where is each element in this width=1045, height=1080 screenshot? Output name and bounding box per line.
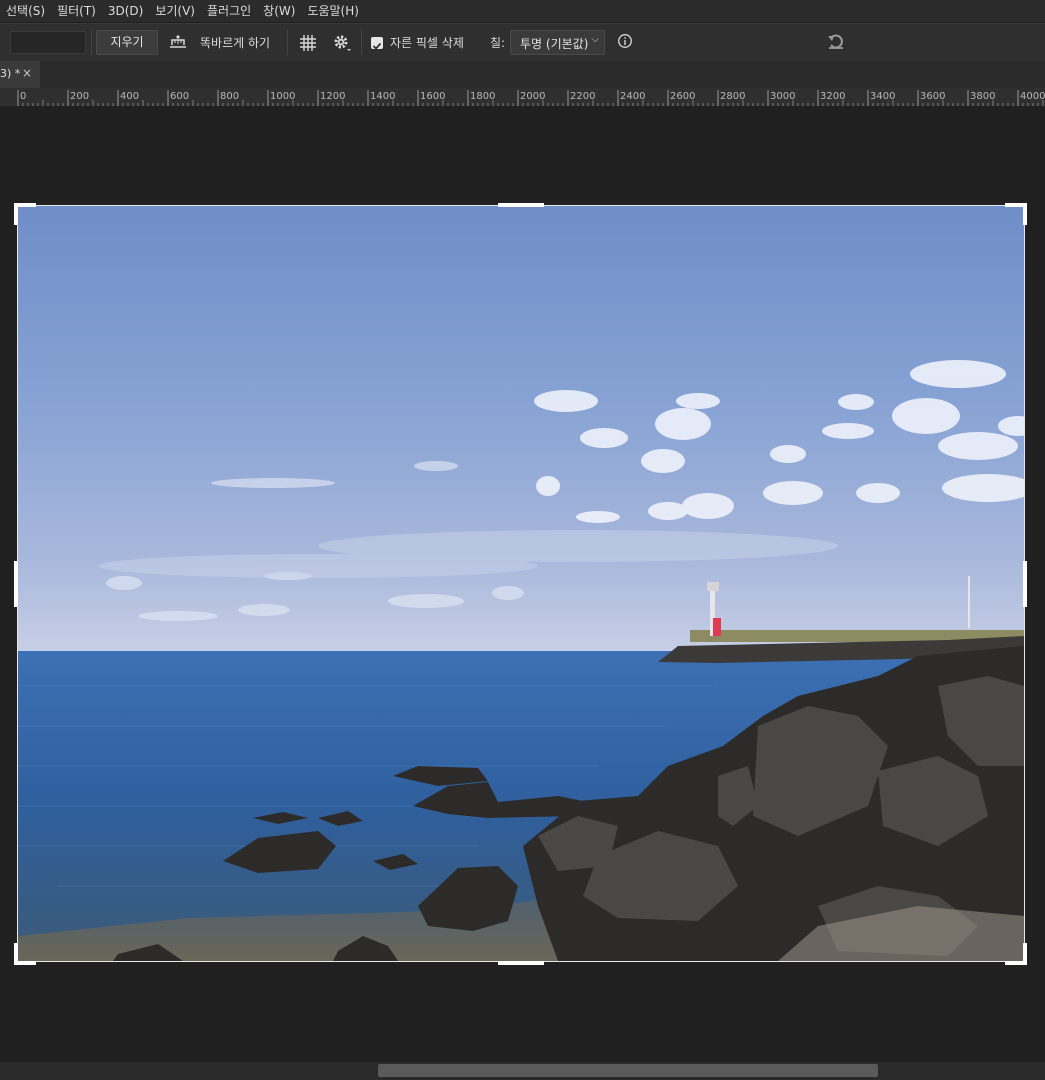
ruler-label: 2400 [620,91,645,102]
menu-view[interactable]: 보기(V) [149,0,201,22]
ruler-label: 800 [220,91,239,102]
ruler-label: 400 [120,91,139,102]
document-tab-title: 3) * [0,67,21,80]
menu-plugins[interactable]: 플러그인 [201,0,257,22]
horizontal-ruler: 0 200 400 600 800 1000 1200 1400 1600 1800 2000 220… [0,88,1045,107]
straighten-button[interactable]: 똑바르게 하기 [200,34,270,51]
ruler-label: 2600 [670,91,695,102]
delete-cropped-checkbox[interactable] [371,37,383,50]
divider [287,30,288,55]
chevron-down-icon: ⌵ [591,34,599,45]
menu-window[interactable]: 창(W) [257,0,301,22]
grid-overlay-icon[interactable] [298,33,318,53]
ruler-label: 3600 [920,91,945,102]
ruler-label: 3000 [770,91,795,102]
ruler-label: 3400 [870,91,895,102]
seascape-photo [18,206,1024,961]
menu-select[interactable]: 선택(S) [0,0,51,22]
ruler-label: 2800 [720,91,745,102]
ruler-label: 4000 [1020,91,1045,102]
menu-3d[interactable]: 3D(D) [102,0,149,22]
menu-filter[interactable]: 필터(T) [51,0,102,22]
scrollbar-thumb[interactable] [378,1064,878,1077]
delete-cropped-label: 자른 픽셀 삭제 [390,36,464,50]
undo-icon[interactable] [826,33,846,51]
crop-handle-right[interactable] [1023,561,1027,607]
ruler-label: 3200 [820,91,845,102]
fill-select[interactable]: 투명 (기본값) ⌵ [510,30,605,55]
crop-handle-top[interactable] [498,203,544,207]
document-tabs: 3) * × [0,61,1045,88]
ruler-ticks: 0 200 400 600 800 1000 1200 1400 1600 1800 2000 220… [17,90,1045,106]
ruler-label: 1200 [320,91,345,102]
fill-select-value: 투명 (기본값) [520,37,589,51]
crop-handle-top-right[interactable] [1023,203,1027,225]
ruler-label: 2200 [570,91,595,102]
clear-button[interactable]: 지우기 [96,30,158,55]
ruler-label: 1600 [420,91,445,102]
info-icon[interactable] [617,33,633,49]
crop-handle-bottom[interactable] [498,961,544,965]
document-tab[interactable]: 3) * × [0,61,40,88]
crop-options-bar: 지우기 똑바르게 하기 자른 픽셀 삭제 칠: 투명 (기본값) ⌵ [0,23,1045,62]
close-icon[interactable]: × [22,66,32,80]
horizontal-scrollbar[interactable] [0,1062,1045,1080]
crop-handle-top-left[interactable] [14,203,18,225]
ruler-label: 600 [170,91,189,102]
menu-bar: 선택(S) 필터(T) 3D(D) 보기(V) 플러그인 창(W) 도움말(H) [0,0,1045,22]
ruler-label: 3800 [970,91,995,102]
straighten-icon[interactable] [168,33,188,51]
check-icon [372,42,382,50]
ruler-label: 2000 [520,91,545,102]
canvas-area[interactable] [0,106,1045,1062]
crop-handle-left[interactable] [14,561,18,607]
divider [91,30,92,55]
crop-handle-bottom-right[interactable] [1023,943,1027,965]
ruler-label: 0 [20,91,26,102]
divider [361,30,362,55]
ratio-input[interactable] [10,31,86,54]
menu-help[interactable]: 도움말(H) [301,0,365,22]
ruler-label: 1000 [270,91,295,102]
crop-handle-bottom-left[interactable] [14,943,18,965]
ruler-label: 200 [70,91,89,102]
gear-icon[interactable] [332,33,352,53]
fill-label: 칠: [490,36,506,50]
ruler-label: 1800 [470,91,495,102]
ruler-label: 1400 [370,91,395,102]
